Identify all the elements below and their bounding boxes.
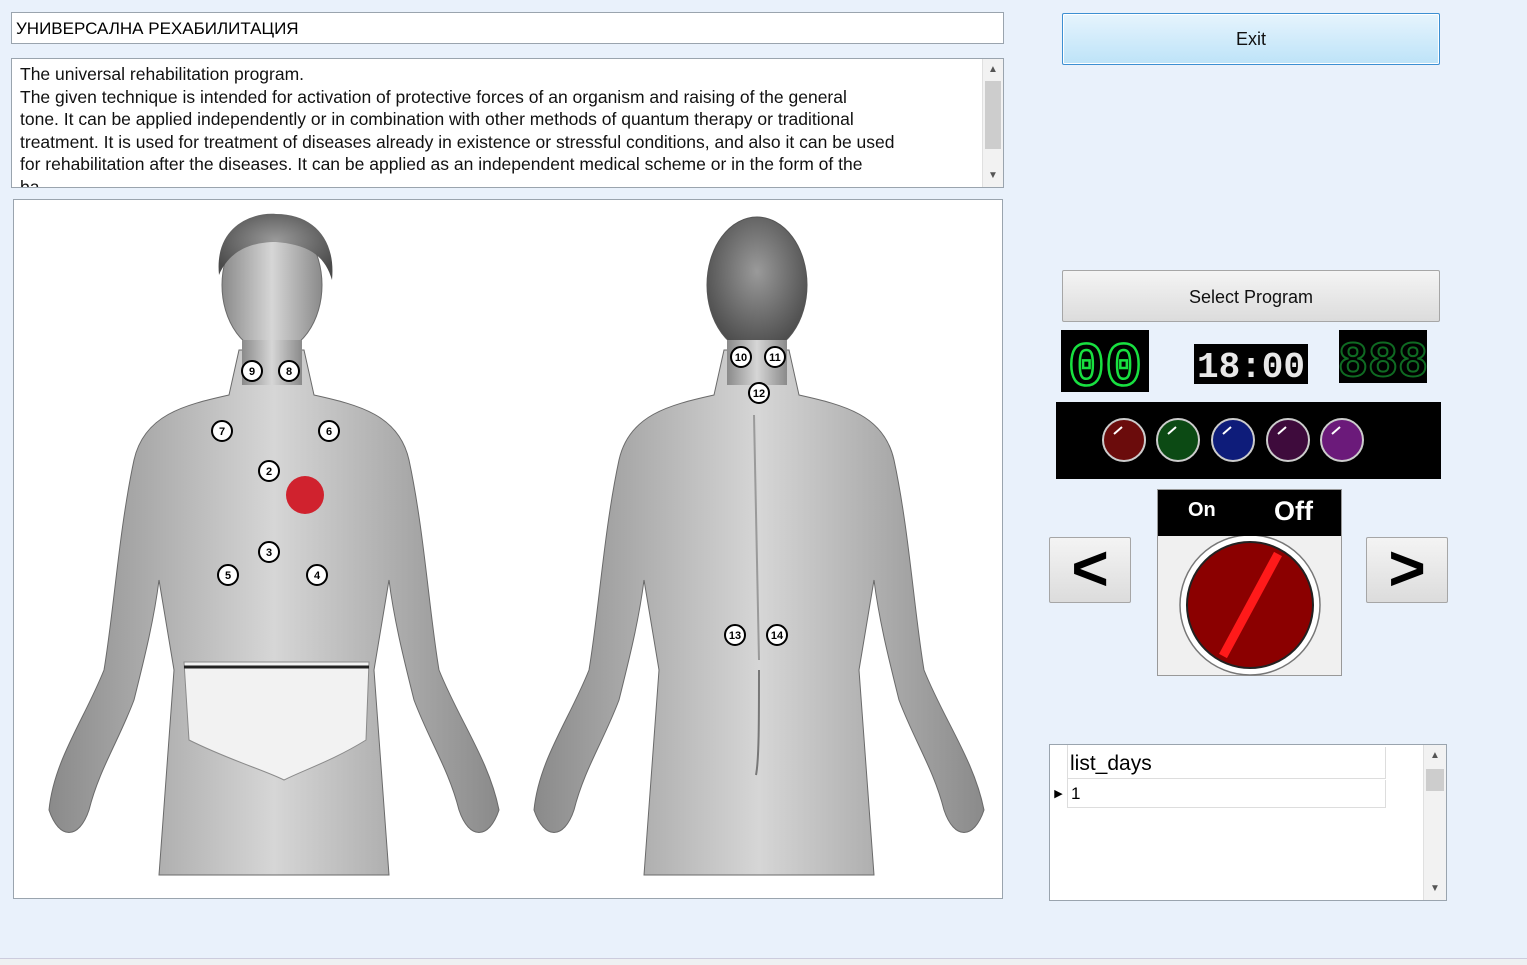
svg-text:11: 11	[769, 352, 781, 364]
color-knob-green[interactable]	[1156, 418, 1200, 462]
next-button[interactable]: >	[1366, 536, 1448, 603]
off-label: Off	[1274, 496, 1313, 526]
grid-column-header[interactable]: list_days	[1067, 747, 1386, 779]
svg-text:3: 3	[266, 547, 272, 559]
front-point-6[interactable]: 6	[318, 420, 340, 442]
grid-scrollbar[interactable]: ▲ ▼	[1423, 745, 1446, 900]
scroll-up-icon[interactable]: ▲	[1424, 747, 1446, 765]
active-point-marker[interactable]	[286, 476, 324, 514]
program-description-text: The universal rehabilitation program. Th…	[20, 64, 895, 188]
table-row[interactable]: 1	[1067, 780, 1386, 808]
svg-text:00: 00	[1068, 333, 1142, 392]
color-knob-blue[interactable]	[1211, 418, 1255, 462]
scroll-thumb[interactable]	[985, 81, 1001, 149]
back-point-11[interactable]: 11	[764, 346, 786, 368]
program-number-display: 888	[1337, 330, 1429, 393]
svg-text:4: 4	[314, 570, 321, 582]
power-switch-header: On Off	[1158, 490, 1341, 536]
day-counter-display: 00	[1061, 330, 1149, 405]
svg-text:888: 888	[1339, 335, 1427, 383]
back-point-14[interactable]: 14	[766, 624, 788, 646]
back-figure	[533, 216, 985, 876]
svg-text:5: 5	[225, 570, 231, 582]
color-knob-purple[interactable]	[1320, 418, 1364, 462]
back-point-10[interactable]: 10	[730, 346, 752, 368]
color-knob-red[interactable]	[1102, 418, 1146, 462]
front-point-4[interactable]: 4	[306, 564, 328, 586]
front-point-5[interactable]: 5	[217, 564, 239, 586]
current-row-indicator-icon: ▶	[1054, 788, 1063, 800]
days-grid[interactable]: list_days ▶ 1 ▲ ▼	[1049, 744, 1447, 901]
scroll-up-icon[interactable]: ▲	[983, 61, 1003, 79]
front-point-9[interactable]: 9	[241, 360, 263, 382]
description-scrollbar[interactable]: ▲ ▼	[982, 59, 1003, 187]
front-point-3[interactable]: 3	[258, 541, 280, 563]
svg-text:18:00: 18:00	[1197, 347, 1305, 384]
back-point-13[interactable]: 13	[724, 624, 746, 646]
svg-text:9: 9	[249, 366, 255, 378]
power-switch[interactable]: On Off	[1157, 489, 1342, 676]
svg-text:6: 6	[326, 426, 332, 438]
select-program-button[interactable]: Select Program	[1062, 270, 1440, 322]
on-label: On	[1188, 499, 1216, 521]
svg-text:7: 7	[219, 426, 225, 438]
program-description-box[interactable]: The universal rehabilitation program. Th…	[11, 58, 1004, 188]
timer-display: 18:00	[1194, 344, 1308, 388]
scroll-down-icon[interactable]: ▼	[983, 167, 1003, 185]
power-knob-icon[interactable]	[1158, 536, 1341, 676]
svg-text:14: 14	[771, 630, 784, 642]
scroll-thumb[interactable]	[1426, 769, 1444, 791]
color-knob-dark-purple[interactable]	[1266, 418, 1310, 462]
front-point-2[interactable]: 2	[258, 460, 280, 482]
front-point-7[interactable]: 7	[211, 420, 233, 442]
program-title-field[interactable]: УНИВЕРСАЛНА РЕХАБИЛИТАЦИЯ	[11, 12, 1004, 44]
body-map-panel: 9 8 7 6 2 3 5 4 10 11 12 13 14	[13, 199, 1003, 899]
svg-text:10: 10	[735, 352, 747, 364]
svg-text:13: 13	[729, 630, 741, 642]
svg-text:2: 2	[266, 466, 272, 478]
scroll-down-icon[interactable]: ▼	[1424, 880, 1446, 898]
color-selector-panel	[1056, 402, 1441, 479]
svg-text:12: 12	[753, 388, 765, 400]
status-bar	[0, 958, 1527, 965]
back-point-12[interactable]: 12	[748, 382, 770, 404]
body-map-image: 9 8 7 6 2 3 5 4 10 11 12 13 14	[48, 213, 985, 876]
previous-button[interactable]: <	[1049, 536, 1131, 603]
exit-button[interactable]: Exit	[1062, 13, 1440, 65]
front-point-8[interactable]: 8	[278, 360, 300, 382]
svg-text:8: 8	[286, 366, 292, 378]
